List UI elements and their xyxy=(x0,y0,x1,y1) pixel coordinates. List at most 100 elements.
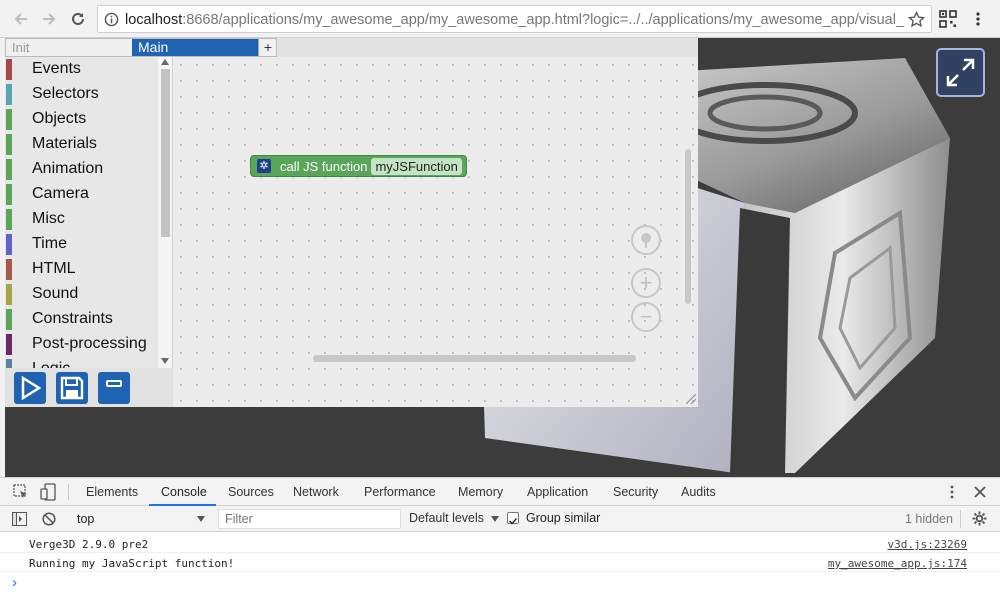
category-constraints[interactable]: Constraints xyxy=(5,307,172,332)
category-post-processing[interactable]: Post-processing xyxy=(5,332,172,357)
editor-tab-bar: Init Main + xyxy=(5,38,277,57)
group-similar-checkbox[interactable] xyxy=(507,512,519,525)
category-logic[interactable]: Logic xyxy=(5,357,172,368)
gear-icon[interactable] xyxy=(972,511,987,526)
toolbar-divider xyxy=(68,484,69,500)
forward-button[interactable] xyxy=(38,8,60,30)
url-text: localhost:8668/applications/my_awesome_a… xyxy=(125,12,905,28)
category-color-swatch xyxy=(6,234,12,255)
category-label: Constraints xyxy=(32,310,113,327)
block-label: call JS function xyxy=(280,158,368,174)
workspace-horizontal-scrollbar[interactable] xyxy=(313,355,636,362)
fullscreen-arrows-icon xyxy=(946,58,975,87)
puzzle-workspace[interactable]: ✲ call JS function myJSFunction + − xyxy=(173,57,698,407)
console-message-text: Verge3D 2.9.0 pre2 xyxy=(29,538,149,551)
log-levels-label: Default levels xyxy=(409,511,485,525)
category-label: Events xyxy=(32,60,81,77)
console-message: Verge3D 2.9.0 pre2 v3d.js:23269 xyxy=(0,534,1000,553)
log-levels-dropdown[interactable]: Default levels xyxy=(409,511,499,525)
category-label: Camera xyxy=(32,185,89,202)
tab-audits[interactable]: Audits xyxy=(681,485,716,499)
resize-handle-icon[interactable] xyxy=(686,394,696,404)
toolbox-scroll-thumb[interactable] xyxy=(161,69,170,237)
zoom-out-button[interactable]: − xyxy=(631,302,661,332)
menu-button[interactable] xyxy=(967,8,989,30)
category-selectors[interactable]: Selectors xyxy=(5,82,172,107)
info-icon xyxy=(104,12,119,27)
category-color-swatch xyxy=(6,334,12,355)
zoom-in-button[interactable]: + xyxy=(631,268,661,298)
minimize-icon xyxy=(106,380,122,387)
context-selector[interactable]: top xyxy=(67,510,210,529)
category-materials[interactable]: Materials xyxy=(5,132,172,157)
device-toolbar-icon[interactable] xyxy=(40,483,56,501)
category-label: Post-processing xyxy=(32,335,147,352)
category-label: Selectors xyxy=(32,85,99,102)
back-button[interactable] xyxy=(10,8,32,30)
category-animation[interactable]: Animation xyxy=(5,157,172,182)
gear-icon[interactable]: ✲ xyxy=(257,159,271,173)
tab-application[interactable]: Application xyxy=(527,485,588,499)
puzzle-editor: Init Main + Events Selectors Objects Materi… xyxy=(5,38,698,407)
category-objects[interactable]: Objects xyxy=(5,107,172,132)
forward-arrow-icon xyxy=(43,13,56,25)
devtools-menu-icon[interactable] xyxy=(949,485,955,499)
tab-main[interactable]: Main xyxy=(132,39,258,56)
qr-code-button[interactable] xyxy=(937,8,959,30)
category-color-swatch xyxy=(6,159,12,180)
tab-network[interactable]: Network xyxy=(293,485,339,499)
category-camera[interactable]: Camera xyxy=(5,182,172,207)
tab-sources[interactable]: Sources xyxy=(228,485,274,499)
more-vertical-icon xyxy=(976,12,980,26)
category-misc[interactable]: Misc xyxy=(5,207,172,232)
scroll-down-arrow-icon[interactable] xyxy=(161,358,169,364)
function-name-field[interactable]: myJSFunction xyxy=(371,157,462,175)
tab-console[interactable]: Console xyxy=(161,485,207,499)
category-time[interactable]: Time xyxy=(5,232,172,257)
bookmark-star-icon[interactable] xyxy=(908,11,925,28)
close-icon[interactable] xyxy=(973,485,987,499)
tab-memory[interactable]: Memory xyxy=(458,485,503,499)
tab-elements[interactable]: Elements xyxy=(86,485,138,499)
category-label: Materials xyxy=(32,135,97,152)
console-prompt[interactable]: › xyxy=(12,574,17,591)
tab-init[interactable]: Init xyxy=(6,39,132,56)
fullscreen-button[interactable] xyxy=(936,48,985,97)
console-source-link[interactable]: v3d.js:23269 xyxy=(888,538,967,551)
target-pin-icon xyxy=(641,233,651,248)
tab-performance[interactable]: Performance xyxy=(364,485,436,499)
console-message: Running my JavaScript function! my_awesom… xyxy=(0,553,1000,572)
workspace-vertical-scrollbar[interactable] xyxy=(685,149,691,304)
url-host: localhost xyxy=(125,12,183,28)
scroll-up-arrow-icon[interactable] xyxy=(161,59,169,65)
toolbox-scrollbar[interactable] xyxy=(158,57,172,368)
category-label: Logic xyxy=(32,360,70,368)
add-tab-button[interactable]: + xyxy=(258,39,277,56)
devtools-tab-bar: Elements Console Sources Network Performance… xyxy=(0,478,1000,506)
category-color-swatch xyxy=(6,134,12,155)
tab-security[interactable]: Security xyxy=(613,485,658,499)
category-events[interactable]: Events xyxy=(5,57,172,82)
minimize-button[interactable] xyxy=(98,372,130,404)
browser-toolbar: localhost:8668/applications/my_awesome_a… xyxy=(0,0,1000,38)
app-viewport[interactable]: Init Main + Events Selectors Objects Materi… xyxy=(5,38,1000,477)
category-color-swatch xyxy=(6,359,12,368)
console-filter-input[interactable] xyxy=(218,509,401,529)
inspect-element-icon[interactable] xyxy=(13,484,29,500)
category-html[interactable]: HTML xyxy=(5,257,172,282)
category-color-swatch xyxy=(6,284,12,305)
group-similar-label: Group similar xyxy=(526,511,601,525)
run-button[interactable] xyxy=(14,372,46,404)
category-sound[interactable]: Sound xyxy=(5,282,172,307)
show-sidebar-icon[interactable] xyxy=(12,512,27,526)
reload-button[interactable] xyxy=(67,8,89,30)
category-color-swatch xyxy=(6,184,12,205)
clear-console-icon[interactable] xyxy=(42,512,56,526)
console-message-text: Running my JavaScript function! xyxy=(29,557,235,570)
zoom-reset-button[interactable] xyxy=(631,225,661,255)
category-list: Events Selectors Objects Materials Animation… xyxy=(5,57,172,368)
call-js-function-block[interactable]: ✲ call JS function myJSFunction xyxy=(250,155,467,177)
save-button[interactable] xyxy=(56,372,88,404)
address-bar[interactable]: localhost:8668/applications/my_awesome_a… xyxy=(97,5,932,33)
console-source-link[interactable]: my_awesome_app.js:174 xyxy=(828,557,967,570)
